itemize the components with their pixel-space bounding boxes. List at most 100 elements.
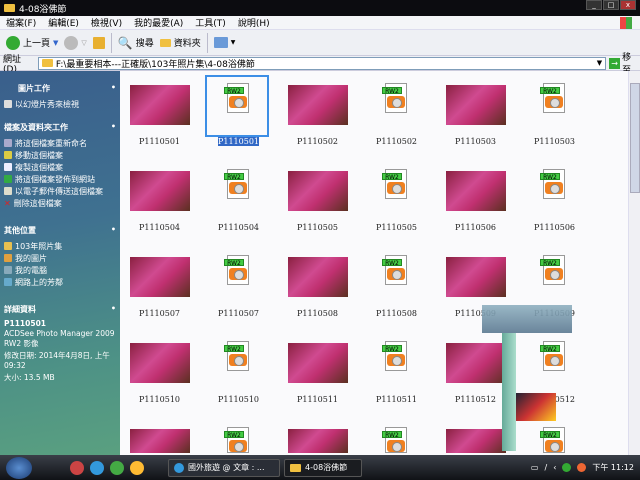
- back-button[interactable]: 上一頁 ▼: [6, 35, 58, 50]
- file-item[interactable]: P1110501: [120, 73, 199, 159]
- other-places-header[interactable]: 其他位置 •: [4, 225, 116, 236]
- menu-view[interactable]: 檢視(V): [91, 16, 122, 29]
- photo-thumbnail: [446, 257, 506, 297]
- minimize-button[interactable]: _: [586, 0, 602, 10]
- file-item[interactable]: P1110503: [436, 73, 515, 159]
- publish-icon: [4, 175, 12, 183]
- file-item[interactable]: RW2 P1110508: [357, 245, 436, 331]
- search-button[interactable]: 🔍 搜尋: [118, 36, 154, 50]
- file-name: P1110510: [138, 395, 180, 404]
- rw2-file-icon: RW2: [540, 255, 565, 285]
- address-bar: 網址(D) F:\最重要相本---正確版\103年照片集\4-08浴佛節 ▼ →…: [0, 53, 640, 76]
- rw2-file-icon: RW2: [382, 83, 407, 113]
- place-network[interactable]: 網路上的芳鄰: [4, 276, 116, 288]
- photo-thumbnail: [130, 429, 190, 453]
- file-item[interactable]: RW2: [515, 417, 594, 453]
- file-name: P1110507: [138, 309, 180, 318]
- publish-link[interactable]: 將這個檔案發佈到網站: [4, 173, 116, 185]
- tray-icon[interactable]: [577, 463, 587, 472]
- rename-link[interactable]: 將這個檔案重新命名: [4, 137, 116, 149]
- taskbar-item-explorer[interactable]: 4-08浴佛節: [284, 458, 362, 477]
- file-item[interactable]: RW2 P1110503: [515, 73, 594, 159]
- slideshow-link[interactable]: 以幻燈片秀來檢視: [4, 98, 116, 110]
- photo-thumbnail: [446, 171, 506, 211]
- clock[interactable]: 下午 11:12: [592, 462, 634, 473]
- menu-tools[interactable]: 工具(T): [195, 16, 226, 29]
- file-item[interactable]: P1110504: [120, 159, 199, 245]
- file-item[interactable]: RW2 P1110501: [199, 73, 278, 159]
- file-item[interactable]: RW2 P1110504: [199, 159, 278, 245]
- address-input[interactable]: F:\最重要相本---正確版\103年照片集\4-08浴佛節 ▼: [37, 56, 607, 70]
- vertical-scrollbar[interactable]: [628, 71, 640, 455]
- start-button[interactable]: [6, 456, 32, 479]
- file-item[interactable]: RW2 P1110510: [199, 331, 278, 417]
- file-item[interactable]: RW2 P1110502: [357, 73, 436, 159]
- file-item[interactable]: RW2 P1110506: [515, 159, 594, 245]
- place-103-photos[interactable]: 103年照片集: [4, 240, 116, 252]
- views-button[interactable]: ▼: [213, 37, 235, 48]
- place-my-computer[interactable]: 我的電腦: [4, 264, 116, 276]
- scrollbar-thumb[interactable]: [630, 83, 640, 193]
- menu-favorites[interactable]: 我的最愛(A): [134, 16, 183, 29]
- file-item[interactable]: P1110508: [278, 245, 357, 331]
- file-item[interactable]: [278, 417, 357, 453]
- close-button[interactable]: x: [620, 0, 636, 10]
- email-link[interactable]: 以電子郵件傳送這個檔案: [4, 185, 116, 197]
- file-item[interactable]: RW2: [357, 417, 436, 453]
- tray-icon[interactable]: ▭: [531, 463, 539, 472]
- app-icon[interactable]: [70, 460, 84, 475]
- file-name: P1110510: [217, 395, 259, 404]
- back-dropdown-icon[interactable]: ▼: [53, 39, 58, 47]
- rw2-file-icon: RW2: [382, 341, 407, 371]
- rw2-file-icon: RW2: [224, 83, 249, 113]
- chrome-icon[interactable]: [110, 460, 124, 475]
- copy-link[interactable]: 複製這個檔案: [4, 161, 116, 173]
- address-dropdown-icon[interactable]: ▼: [597, 59, 602, 67]
- file-item[interactable]: RW2 P1110505: [357, 159, 436, 245]
- tray-icon[interactable]: /: [544, 463, 547, 472]
- folder-icon: [4, 4, 15, 12]
- picture-tasks-header[interactable]: 圖片工作 •: [4, 83, 116, 94]
- file-name: P1110506: [533, 223, 575, 232]
- place-my-pictures[interactable]: 我的圖片: [4, 252, 116, 264]
- windows-logo-icon: [620, 17, 632, 29]
- file-name: P1110505: [296, 223, 338, 232]
- move-link[interactable]: 移動這個檔案: [4, 149, 116, 161]
- folder-icon: [290, 463, 301, 472]
- rename-icon: [4, 139, 12, 147]
- smiley-icon[interactable]: [130, 460, 144, 475]
- menu-bar: 檔案(F) 編輯(E) 檢視(V) 我的最愛(A) 工具(T) 說明(H): [0, 16, 640, 30]
- details-header[interactable]: 詳細資料 •: [4, 304, 116, 315]
- photo-thumbnail: [288, 85, 348, 125]
- search-icon: 🔍: [117, 35, 133, 50]
- rw2-file-icon: RW2: [224, 427, 249, 453]
- file-item[interactable]: RW2 P1110507: [199, 245, 278, 331]
- forward-button[interactable]: ▽: [64, 35, 87, 50]
- file-item[interactable]: P1110505: [278, 159, 357, 245]
- file-item[interactable]: P1110507: [120, 245, 199, 331]
- file-name: P1110504: [138, 223, 180, 232]
- file-item[interactable]: P1110502: [278, 73, 357, 159]
- delete-link[interactable]: ✕ 刪除這個檔案: [4, 197, 116, 209]
- ie-icon[interactable]: [90, 460, 104, 475]
- taskbar-item-ie[interactable]: 國外旅遊 @ 文章 : ...: [168, 458, 280, 477]
- file-item[interactable]: [120, 417, 199, 453]
- file-tasks-header[interactable]: 檔案及資料夾工作 •: [4, 122, 116, 133]
- views-icon: [213, 37, 228, 48]
- up-folder-button[interactable]: [92, 36, 105, 49]
- tray-icon[interactable]: [562, 463, 572, 472]
- folders-button[interactable]: 資料夾: [159, 36, 201, 49]
- file-item[interactable]: P1110510: [120, 331, 199, 417]
- menu-edit[interactable]: 編輯(E): [48, 16, 79, 29]
- menu-file[interactable]: 檔案(F): [6, 16, 36, 29]
- forward-dropdown-icon[interactable]: ▽: [81, 39, 86, 47]
- file-item[interactable]: RW2 P1110511: [357, 331, 436, 417]
- file-item[interactable]: P1110506: [436, 159, 515, 245]
- menu-help[interactable]: 說明(H): [238, 16, 270, 29]
- tray-expand-icon[interactable]: ‹: [553, 463, 556, 472]
- file-item[interactable]: RW2: [199, 417, 278, 453]
- window-title: 4-08浴佛節: [19, 4, 67, 15]
- file-item[interactable]: P1110511: [278, 331, 357, 417]
- file-name: P1110511: [375, 395, 417, 404]
- maximize-button[interactable]: □: [603, 0, 619, 10]
